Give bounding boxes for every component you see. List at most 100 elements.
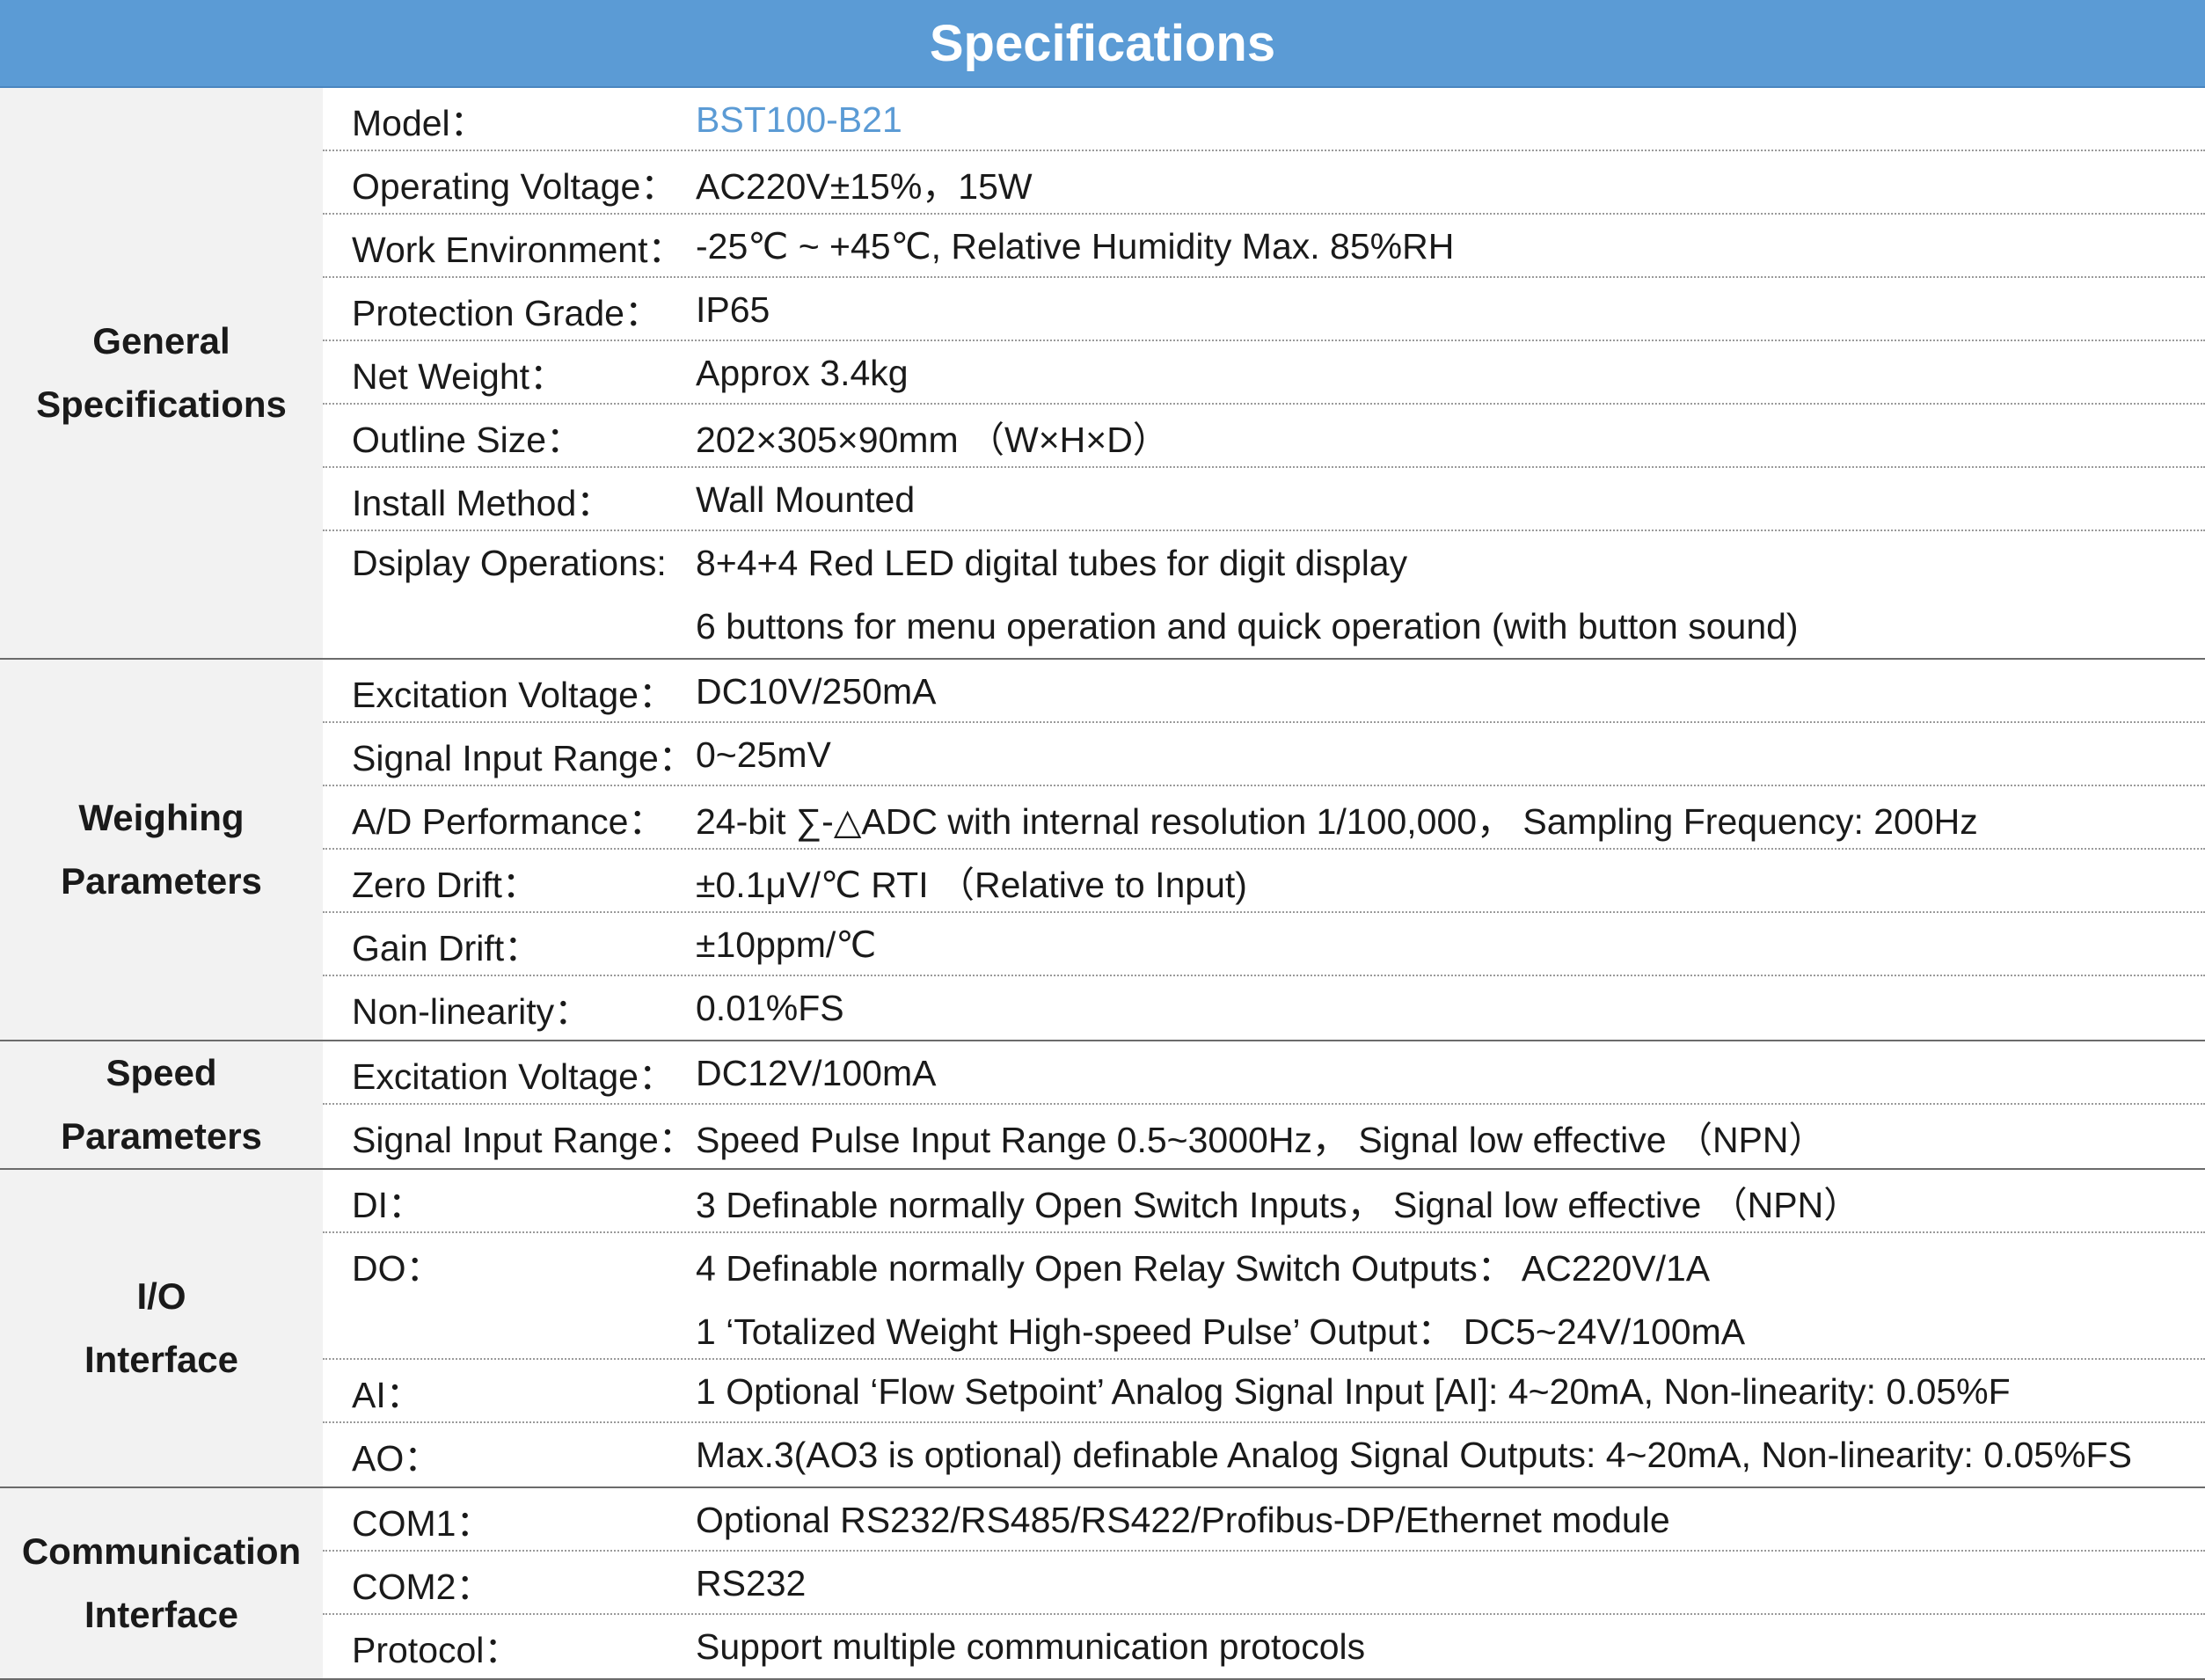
spec-row: Signal Input Range： Speed Pulse Input Ran… — [323, 1105, 2205, 1168]
spec-value: Support multiple communication protocols — [696, 1625, 1366, 1667]
spec-label: DI： — [352, 1185, 424, 1225]
spec-value: 202×305×90mm （W×H×D） — [696, 420, 1169, 460]
spec-label: AI： — [352, 1375, 422, 1415]
section-category: General Specifications — [0, 88, 323, 658]
spec-label: Zero Drift： — [352, 865, 538, 905]
spec-values: ±0.1μV/℃ RTI （Relative to Input) — [696, 850, 1247, 913]
spec-values: Wall Mounted — [696, 468, 915, 531]
spec-label: AO： — [352, 1438, 441, 1479]
spec-section: I/O Interface DI： 3 Definable normally Open… — [0, 1170, 2205, 1488]
spec-values: DC12V/100mA — [696, 1041, 936, 1105]
spec-section: Weighing Parameters Excitation Voltage： DC1… — [0, 660, 2205, 1041]
spec-value: 0.01%FS — [696, 987, 844, 1028]
category-label: Specifications — [36, 383, 287, 425]
spec-row: AI： 1 Optional ‘Flow Setpoint’ Analog Sig… — [323, 1360, 2205, 1423]
spec-value: AC220V±15%，15W — [696, 166, 1033, 207]
spec-value: Optional RS232/RS485/RS422/Profibus-DP/E… — [696, 1499, 1670, 1540]
spec-value: RS232 — [696, 1562, 807, 1603]
spec-row: Work Environment： -25℃ ~ +45℃, Relative H… — [323, 215, 2205, 278]
spec-sheet: Specifications General Specifications Mode… — [0, 0, 2205, 1680]
spec-row: Net Weight： Approx 3.4kg — [323, 341, 2205, 405]
spec-label: Install Method： — [352, 483, 613, 523]
spec-values: Approx 3.4kg — [696, 341, 909, 405]
spec-values: 8+4+4 Red LED digital tubes for digit di… — [696, 531, 1799, 658]
spec-row: Outline Size： 202×305×90mm （W×H×D） — [323, 405, 2205, 468]
spec-values: Speed Pulse Input Range 0.5~3000Hz， Sign… — [696, 1105, 1825, 1168]
category-label: Parameters — [61, 1115, 262, 1157]
spec-value: 0~25mV — [696, 734, 831, 775]
spec-label: Work Environment： — [352, 230, 684, 270]
page-title: Specifications — [0, 0, 2205, 88]
spec-values: RS232 — [696, 1552, 806, 1615]
spec-values: Max.3(AO3 is optional) definable Analog … — [696, 1423, 2132, 1486]
section-rows: COM1： Optional RS232/RS485/RS422/Profibus… — [323, 1488, 2205, 1678]
spec-row: Zero Drift： ±0.1μV/℃ RTI （Relative to Inp… — [323, 850, 2205, 913]
spec-value: ±10ppm/℃ — [696, 924, 877, 965]
spec-label: Signal Input Range： — [352, 738, 695, 778]
section-category: I/O Interface — [0, 1170, 323, 1486]
spec-row: Non-linearity： 0.01%FS — [323, 976, 2205, 1040]
spec-values: IP65 — [696, 278, 770, 341]
spec-label: COM2： — [352, 1567, 493, 1607]
section-category: Weighing Parameters — [0, 660, 323, 1040]
category-label: Speed — [106, 1052, 217, 1093]
spec-value: Speed Pulse Input Range 0.5~3000Hz， Sign… — [696, 1120, 1825, 1160]
spec-row: A/D Performance： 24-bit ∑-△ADC with inter… — [323, 786, 2205, 850]
spec-value: 3 Definable normally Open Switch Inputs，… — [696, 1185, 1860, 1225]
spec-label: Outline Size： — [352, 420, 583, 460]
spec-value: 4 Definable normally Open Relay Switch O… — [696, 1248, 1711, 1289]
spec-section: Communication Interface COM1： Optional RS23… — [0, 1488, 2205, 1680]
spec-label: A/D Performance： — [352, 801, 665, 842]
spec-values: Support multiple communication protocols — [696, 1615, 1365, 1678]
spec-values: -25℃ ~ +45℃, Relative Humidity Max. 85%R… — [696, 215, 1454, 278]
spec-values: 202×305×90mm （W×H×D） — [696, 405, 1169, 468]
spec-label: Signal Input Range： — [352, 1120, 695, 1160]
spec-row: Dsiplay Operations: 8+4+4 Red LED digital… — [323, 531, 2205, 658]
spec-value: 6 buttons for menu operation and quick o… — [696, 605, 1799, 646]
spec-row: Excitation Voltage： DC10V/250mA — [323, 660, 2205, 723]
spec-values: ±10ppm/℃ — [696, 913, 876, 976]
spec-row: COM1： Optional RS232/RS485/RS422/Profibus… — [323, 1488, 2205, 1552]
section-rows: Excitation Voltage： DC10V/250mA Signal Inp… — [323, 660, 2205, 1040]
spec-label: Gain Drift： — [352, 928, 541, 968]
spec-label: Protocol： — [352, 1630, 521, 1670]
spec-label: Dsiplay Operations: — [352, 542, 667, 583]
category-label: I/O — [136, 1275, 186, 1317]
spec-row: Protection Grade： IP65 — [323, 278, 2205, 341]
spec-value: 1 Optional ‘Flow Setpoint’ Analog Signal… — [696, 1370, 2011, 1412]
spec-row: Protocol： Support multiple communication … — [323, 1615, 2205, 1678]
spec-values: AC220V±15%，15W — [696, 151, 1033, 215]
spec-value: DC10V/250mA — [696, 670, 937, 712]
spec-section: General Specifications Model： BST100-B21 Ope… — [0, 88, 2205, 660]
category-label: General — [92, 320, 230, 362]
spec-label: DO： — [352, 1248, 442, 1289]
spec-row: Excitation Voltage： DC12V/100mA — [323, 1041, 2205, 1105]
spec-row: Signal Input Range： 0~25mV — [323, 723, 2205, 786]
section-rows: Model： BST100-B21 Operating Voltage： AC220V… — [323, 88, 2205, 658]
spec-row: DO： 4 Definable normally Open Relay Switc… — [323, 1233, 2205, 1360]
spec-row: Gain Drift： ±10ppm/℃ — [323, 913, 2205, 976]
spec-value: 1 ‘Totalized Weight High-speed Pulse’ Ou… — [696, 1311, 1746, 1352]
spec-label: Excitation Voltage： — [352, 1056, 675, 1097]
spec-row: COM2： RS232 — [323, 1552, 2205, 1615]
spec-row: Operating Voltage： AC220V±15%，15W — [323, 151, 2205, 215]
spec-value: BST100-B21 — [696, 99, 902, 140]
spec-label: Operating Voltage： — [352, 166, 677, 207]
section-category: Speed Parameters — [0, 1041, 323, 1168]
spec-values: 3 Definable normally Open Switch Inputs，… — [696, 1170, 1859, 1233]
spec-value: 24-bit ∑-△ADC with internal resolution 1… — [696, 801, 1978, 842]
spec-label: Net Weight： — [352, 356, 566, 397]
spec-values: DC10V/250mA — [696, 660, 936, 723]
spec-label: Model： — [352, 103, 486, 143]
spec-label: Protection Grade： — [352, 293, 661, 333]
spec-values: 24-bit ∑-△ADC with internal resolution 1… — [696, 786, 1978, 850]
spec-values: 0~25mV — [696, 723, 831, 786]
spec-values: 4 Definable normally Open Relay Switch O… — [696, 1233, 1745, 1360]
spec-row: Model： BST100-B21 — [323, 88, 2205, 151]
spec-section: Speed Parameters Excitation Voltage： DC12V/… — [0, 1041, 2205, 1170]
category-label: Weighing — [78, 797, 245, 838]
spec-value: Wall Mounted — [696, 478, 916, 520]
section-rows: Excitation Voltage： DC12V/100mA Signal Inp… — [323, 1041, 2205, 1168]
spec-label: COM1： — [352, 1503, 493, 1544]
spec-label: Excitation Voltage： — [352, 675, 675, 715]
